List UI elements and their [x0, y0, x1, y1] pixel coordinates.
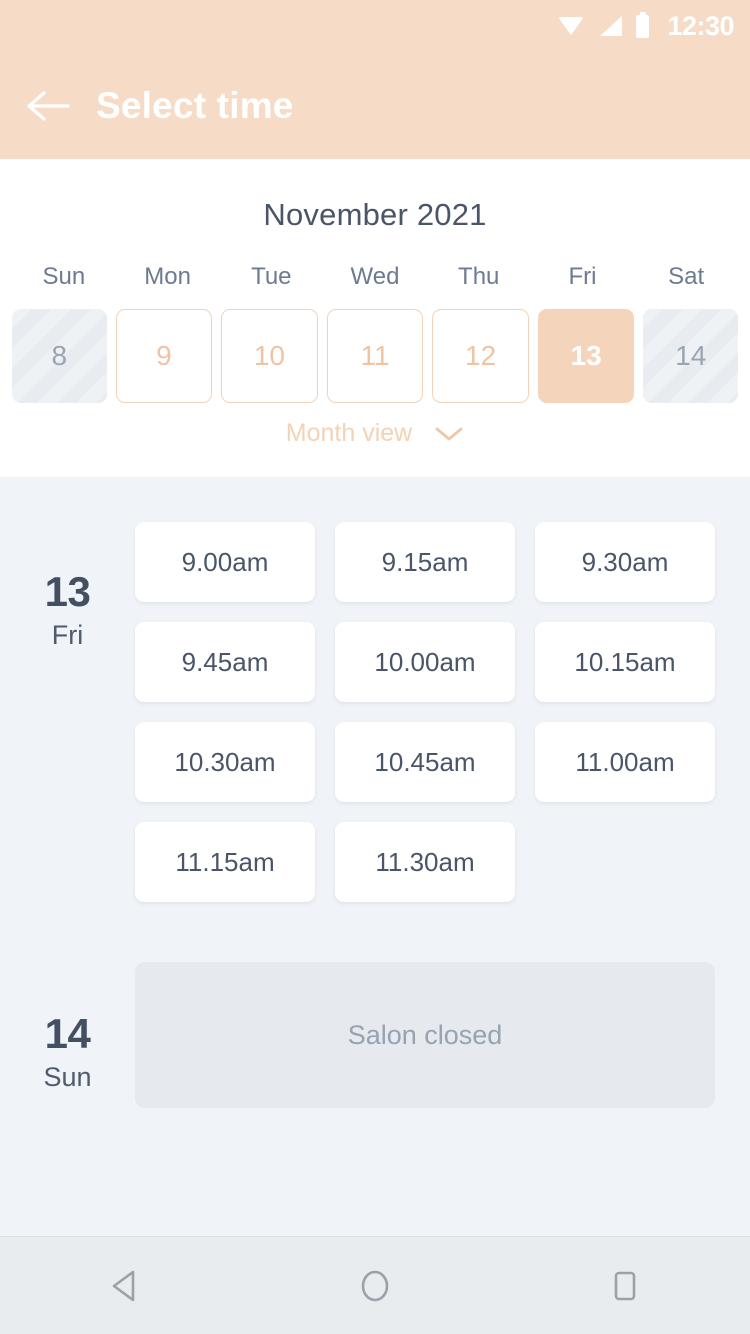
time-slot[interactable]: 11.00am	[535, 722, 715, 802]
weekday-label-fri: Fri	[568, 263, 597, 290]
recents-square-icon	[614, 1271, 636, 1300]
schedule-day-name: Sun	[43, 1062, 92, 1093]
weekday-label-wed: Wed	[350, 263, 400, 290]
calendar-day-14: 14	[643, 309, 739, 403]
time-slot[interactable]: 10.00am	[335, 622, 515, 702]
time-slot[interactable]: 9.15am	[335, 522, 515, 602]
schedule-day-number: 13	[44, 568, 91, 615]
back-button[interactable]	[0, 52, 96, 159]
time-slot[interactable]: 10.15am	[535, 622, 715, 702]
app-bar: Select time	[0, 52, 750, 159]
calendar-day-10[interactable]: 10	[221, 309, 318, 403]
nav-recents-button[interactable]	[565, 1237, 685, 1334]
home-circle-icon	[361, 1270, 389, 1301]
time-slot[interactable]: 10.45am	[335, 722, 515, 802]
chevron-down-icon	[435, 427, 463, 440]
android-nav-bar	[0, 1236, 750, 1334]
calendar-panel: November 2021 Sun Mon Tue Wed Thu Fri Sa…	[0, 159, 750, 477]
nav-back-button[interactable]	[65, 1237, 185, 1334]
time-slot[interactable]: 11.30am	[335, 822, 515, 902]
signal-icon	[598, 16, 623, 36]
schedule-day-number: 14	[44, 1010, 91, 1057]
app-screen: 12:30 Select time November 2021 Sun Mon …	[0, 0, 750, 1334]
weekday-label-thu: Thu	[458, 263, 500, 290]
calendar-day-11[interactable]: 11	[326, 309, 424, 403]
wifi-icon	[558, 16, 585, 36]
time-slot[interactable]: 11.15am	[135, 822, 315, 902]
calendar-day-13[interactable]: 13	[537, 309, 635, 403]
schedule-day-group-14: 14 Sun Salon closed	[0, 902, 750, 1108]
schedule-panel: 13 Fri 9.00am 9.15am 9.30am 9.45am 10.00…	[0, 477, 750, 1236]
calendar-days-row: 8 9 10 11 12 13 14	[0, 309, 750, 403]
weekday-label-sat: Sat	[668, 263, 705, 290]
month-view-label: Month view	[285, 419, 413, 447]
page-title: Select time	[96, 84, 294, 126]
weekday-label-tue: Tue	[251, 263, 292, 290]
time-slot-grid: 9.00am 9.15am 9.30am 9.45am 10.00am 10.1…	[135, 522, 750, 902]
time-slot[interactable]: 9.45am	[135, 622, 315, 702]
calendar-day-9[interactable]: 9	[115, 309, 213, 403]
calendar-day-12[interactable]: 12	[432, 309, 529, 403]
status-clock: 12:30	[667, 10, 734, 41]
status-bar: 12:30	[0, 0, 750, 52]
back-triangle-icon	[112, 1270, 135, 1301]
weekday-label-mon: Mon	[144, 263, 191, 290]
calendar-day-8: 8	[12, 309, 107, 403]
closed-notice-area: Salon closed	[135, 962, 750, 1108]
month-view-toggle[interactable]: Month view	[0, 419, 750, 448]
schedule-day-stamp-13: 13 Fri	[0, 522, 135, 902]
calendar-weekday-row: Sun Mon Tue Wed Thu Fri Sat	[0, 263, 750, 291]
schedule-day-stamp-14: 14 Sun	[0, 962, 135, 1108]
schedule-day-name: Fri	[51, 620, 84, 651]
nav-home-button[interactable]	[315, 1237, 435, 1334]
calendar-month-title: November 2021	[263, 197, 487, 232]
schedule-day-group-13: 13 Fri 9.00am 9.15am 9.30am 9.45am 10.00…	[0, 477, 750, 902]
time-slot[interactable]: 9.00am	[135, 522, 315, 602]
back-arrow-icon	[27, 90, 70, 121]
battery-icon	[636, 11, 650, 38]
time-slot[interactable]: 10.30am	[135, 722, 315, 802]
status-icon-group: 12:30	[558, 11, 734, 42]
weekday-label-sun: Sun	[42, 263, 86, 290]
salon-closed-card: Salon closed	[135, 962, 715, 1108]
time-slot[interactable]: 9.30am	[535, 522, 715, 602]
